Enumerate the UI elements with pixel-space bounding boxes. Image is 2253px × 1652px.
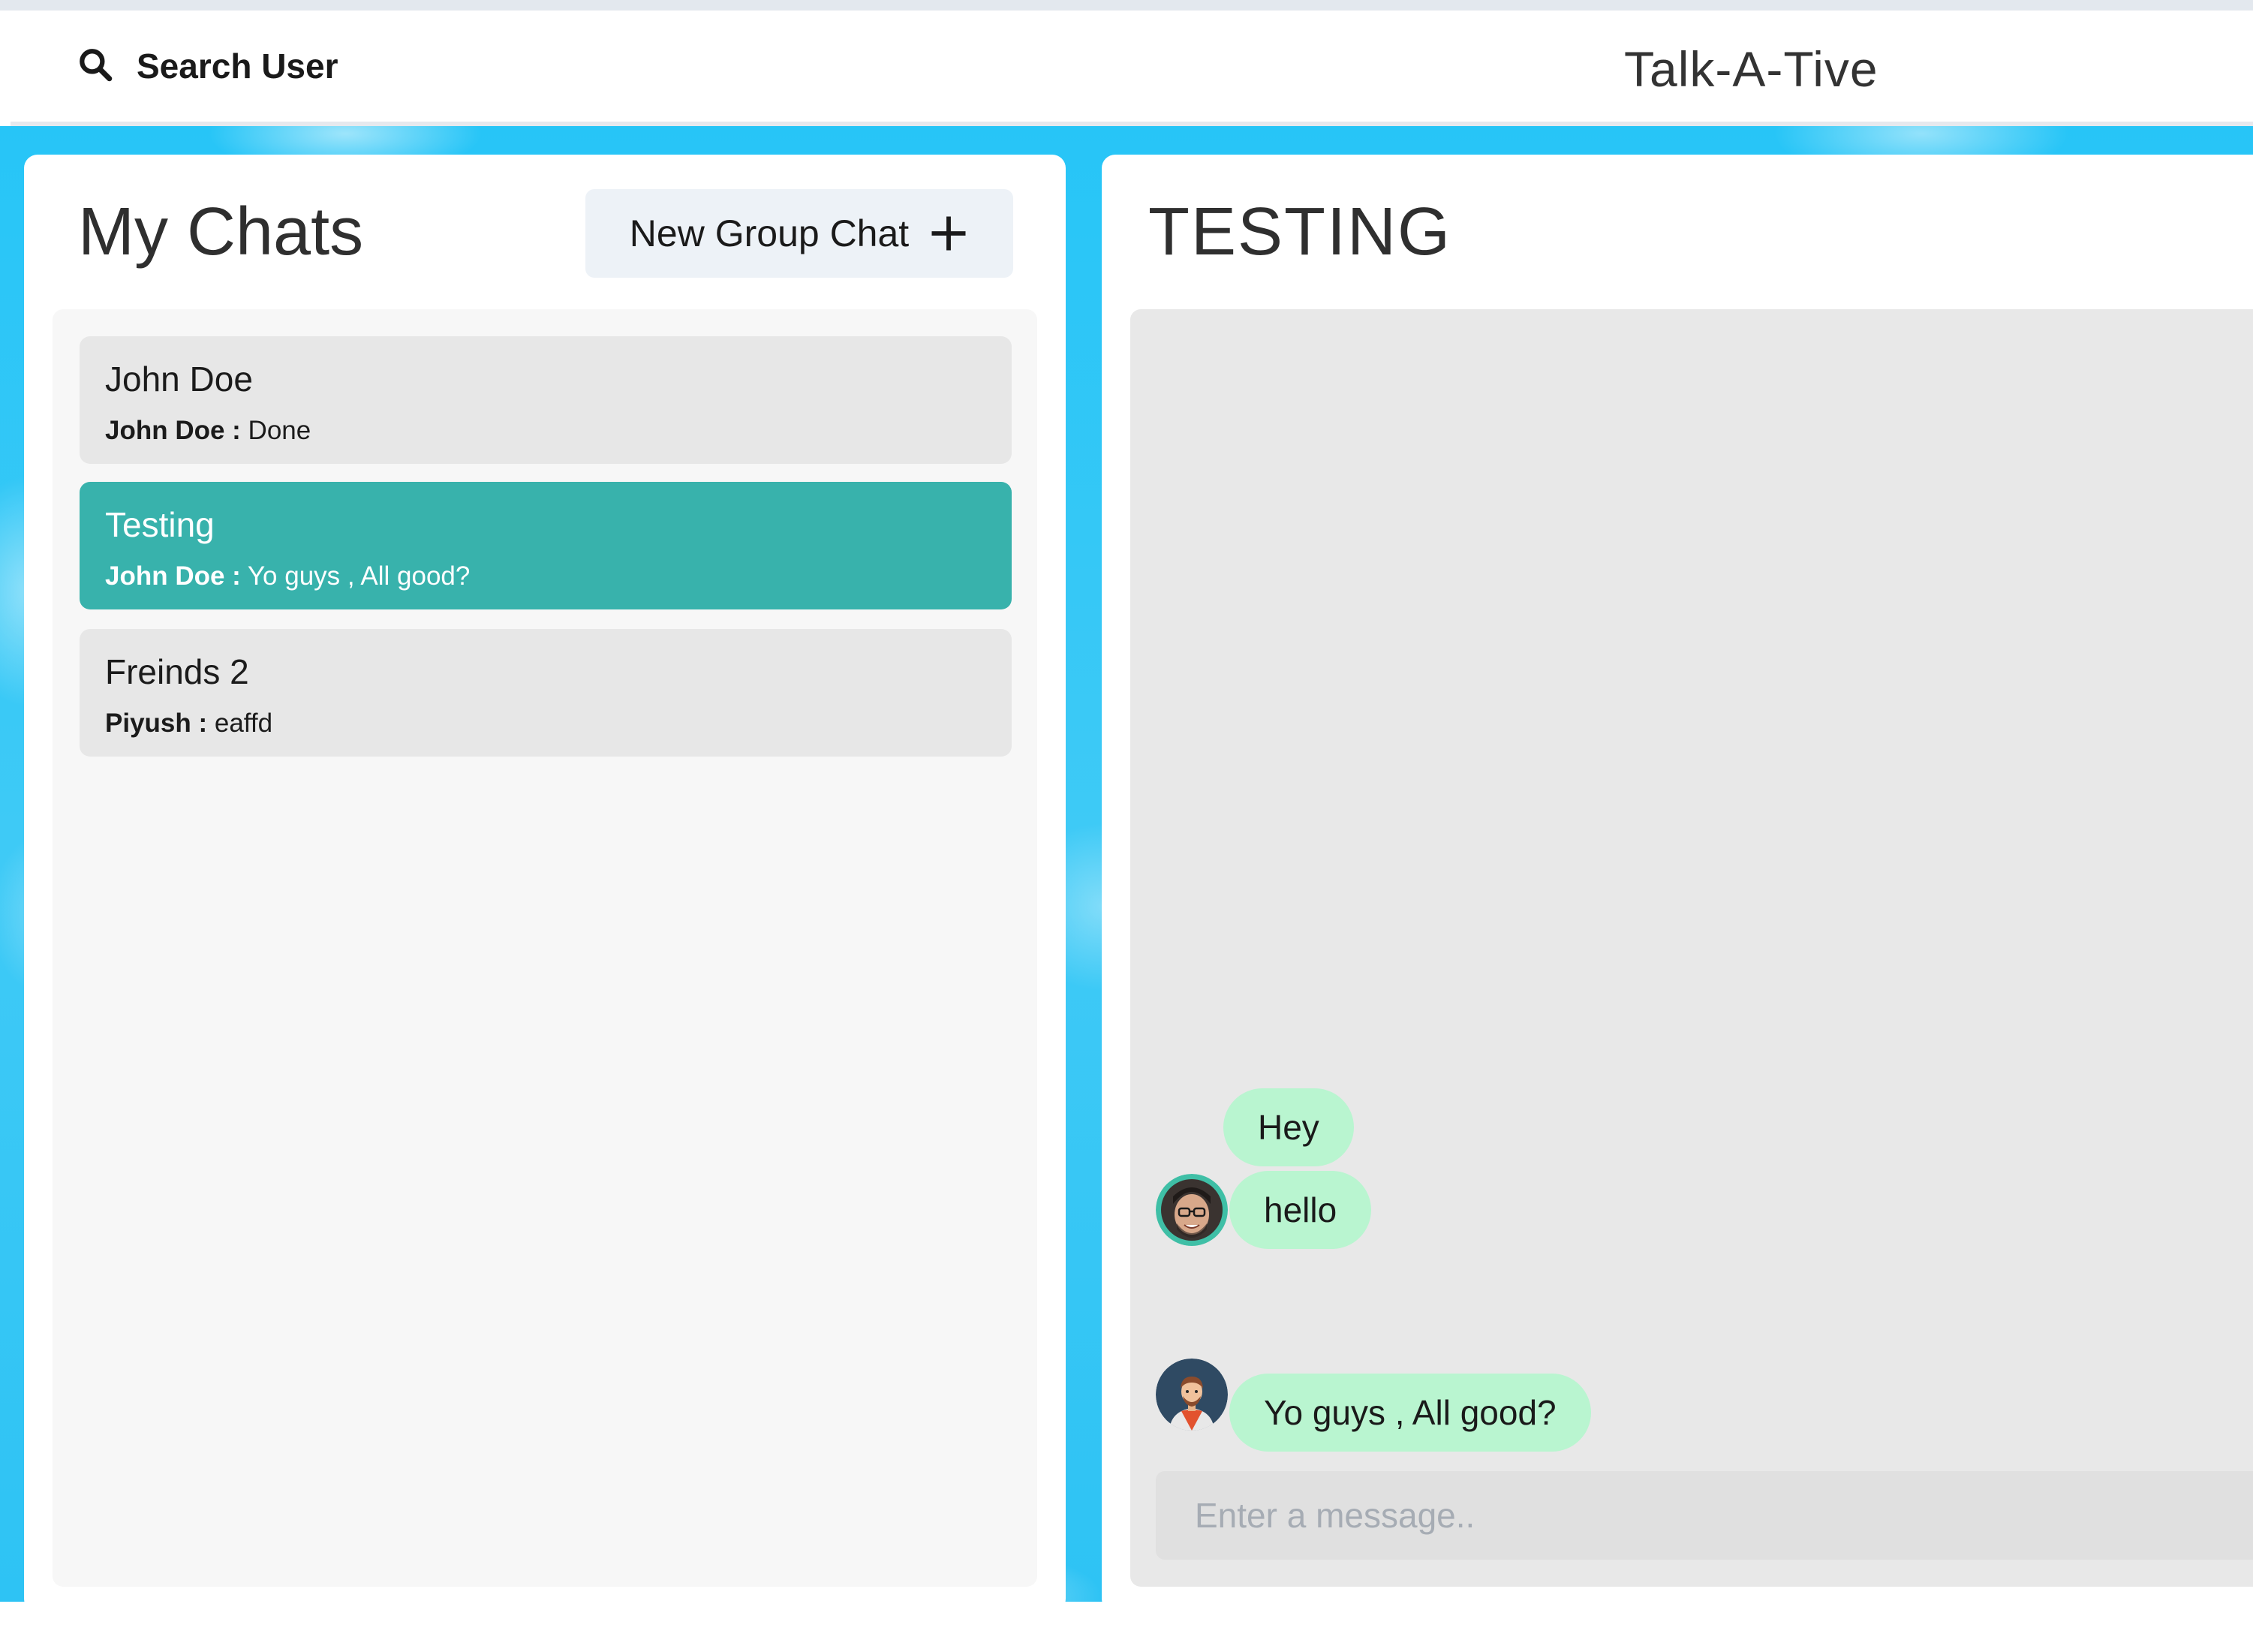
chat-item-freinds-2[interactable]: Freinds 2 Piyush : eaffd — [80, 629, 1012, 757]
new-group-chat-label: New Group Chat — [629, 212, 910, 254]
chat-preview: John Doe : Done — [105, 416, 311, 446]
chat-name: John Doe — [105, 360, 253, 399]
chat-preview-sender: John Doe : — [105, 416, 241, 445]
app-header: Search User Talk-A-Tive — [11, 11, 2253, 126]
message-input[interactable] — [1156, 1471, 2253, 1560]
message-bubble: hello — [1229, 1171, 1372, 1249]
message-bubble: Hey — [1223, 1088, 1354, 1166]
chat-preview-sender: Piyush : — [105, 709, 208, 738]
chat-panel: TESTING Hey hello Yo guys , All good? En… — [1102, 155, 2253, 1612]
chat-title: TESTING — [1148, 194, 1452, 269]
chat-name: Testing — [105, 505, 215, 544]
message-area: Hey hello Yo guys , All good? Enter a me… — [1130, 309, 2253, 1587]
my-chats-panel: My Chats New Group Chat John Doe John Do… — [24, 155, 1066, 1612]
search-user-label: Search User — [137, 47, 338, 86]
plus-icon — [928, 213, 969, 254]
search-user-button[interactable]: Search User — [56, 36, 359, 96]
search-icon — [77, 46, 114, 87]
chat-name: Freinds 2 — [105, 652, 249, 691]
chat-preview: Piyush : eaffd — [105, 709, 272, 739]
avatar-man-cartoon[interactable] — [1156, 1359, 1228, 1431]
new-group-chat-button[interactable]: New Group Chat — [585, 189, 1013, 278]
message-bubble: Yo guys , All good? — [1229, 1374, 1591, 1452]
my-chats-title: My Chats — [78, 194, 364, 269]
avatar-man-glasses[interactable] — [1156, 1174, 1228, 1246]
chat-list: John Doe John Doe : Done Testing John Do… — [53, 309, 1037, 1587]
chat-item-testing[interactable]: Testing John Doe : Yo guys , All good? — [80, 482, 1012, 609]
chat-preview-text: Done — [240, 416, 311, 445]
chat-preview-text: Yo guys , All good? — [240, 561, 471, 591]
app-title: Talk-A-Tive — [1624, 41, 1879, 97]
chat-preview-sender: John Doe : — [105, 561, 241, 591]
top-strip — [0, 0, 2253, 11]
chat-preview-text: eaffd — [207, 709, 273, 738]
chat-preview: John Doe : Yo guys , All good? — [105, 561, 470, 591]
chat-item-john-doe[interactable]: John Doe John Doe : Done — [80, 336, 1012, 464]
